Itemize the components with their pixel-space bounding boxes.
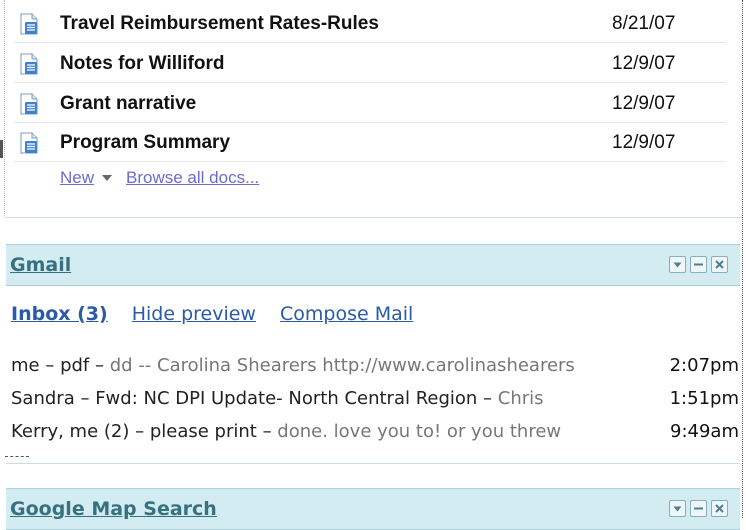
divider	[0, 140, 3, 158]
mail-time: 2:07pm	[669, 355, 739, 376]
new-doc-link[interactable]: New	[60, 168, 94, 187]
mail-row[interactable]: me – pdf – dd -- Carolina Shearers http:…	[11, 351, 739, 381]
divider	[742, 0, 743, 518]
gmail-links: Inbox (3) Hide preview Compose Mail	[11, 303, 437, 325]
close-icon[interactable]	[711, 500, 728, 517]
mail-preview: me – pdf – dd -- Carolina Shearers http:…	[11, 355, 575, 376]
gmail-title[interactable]: Gmail	[10, 254, 71, 276]
divider	[4, 0, 5, 218]
mail-snippet: dd -- Carolina Shearers http://www.carol…	[109, 355, 575, 376]
doc-date: 12/9/07	[612, 93, 676, 114]
hide-preview-link[interactable]: Hide preview	[132, 303, 256, 325]
doc-title[interactable]: Program Summary	[60, 132, 230, 154]
doc-title[interactable]: Travel Reimbursement Rates-Rules	[60, 13, 379, 35]
doc-title[interactable]: Notes for Williford	[60, 53, 225, 75]
mail-row[interactable]: Kerry, me (2) – please print – done. lov…	[11, 417, 739, 447]
document-icon	[20, 93, 38, 115]
mail-subject: Fwd: NC DPI Update- North Central Region	[95, 388, 478, 409]
doc-row[interactable]: Program Summary 12/9/07	[14, 123, 726, 162]
map-search-header: Google Map Search	[6, 488, 740, 530]
doc-date: 12/9/07	[612, 53, 676, 74]
canvas: Travel Reimbursement Rates-Rules 8/21/07…	[0, 0, 746, 530]
dropdown-icon[interactable]	[669, 256, 686, 273]
browse-docs-link[interactable]: Browse all docs...	[126, 168, 259, 187]
close-icon[interactable]	[711, 256, 728, 273]
mail-snippet: done. love you to! or you threw	[277, 421, 562, 442]
map-search-title[interactable]: Google Map Search	[10, 498, 217, 520]
doc-row[interactable]: Grant narrative 12/9/07	[14, 84, 726, 123]
widget-controls	[669, 256, 728, 273]
mail-sender: me	[11, 355, 40, 376]
dropdown-icon[interactable]	[669, 500, 686, 517]
doc-date: 12/9/07	[612, 132, 676, 153]
mail-preview: Sandra – Fwd: NC DPI Update- North Centr…	[11, 388, 544, 409]
doc-row[interactable]: Notes for Williford 12/9/07	[14, 44, 726, 83]
document-icon	[20, 132, 38, 154]
mail-sender: Kerry, me (2)	[11, 421, 130, 442]
doc-date: 8/21/07	[612, 13, 676, 34]
widget-controls	[669, 500, 728, 517]
compose-mail-link[interactable]: Compose Mail	[280, 303, 413, 325]
minimize-icon[interactable]	[690, 500, 707, 517]
docs-links: New Browse all docs...	[60, 168, 259, 188]
minimize-icon[interactable]	[690, 256, 707, 273]
mail-row[interactable]: Sandra – Fwd: NC DPI Update- North Centr…	[11, 384, 739, 414]
gmail-header: Gmail	[6, 244, 740, 286]
doc-row[interactable]: Travel Reimbursement Rates-Rules 8/21/07	[14, 4, 726, 43]
caret-down-icon[interactable]	[102, 174, 113, 181]
mail-subject: pdf	[60, 355, 90, 376]
mail-sender: Sandra	[11, 388, 75, 409]
mail-preview: Kerry, me (2) – please print – done. lov…	[11, 421, 562, 442]
document-icon	[20, 53, 38, 75]
doc-title[interactable]: Grant narrative	[60, 93, 196, 115]
mail-time: 9:49am	[670, 421, 739, 442]
gmail-body: Inbox (3) Hide preview Compose Mail me – p…	[6, 285, 740, 464]
document-icon	[20, 13, 38, 35]
mail-time: 1:51pm	[669, 388, 739, 409]
inbox-link[interactable]: Inbox (3)	[11, 303, 108, 325]
docs-widget: Travel Reimbursement Rates-Rules 8/21/07…	[6, 0, 742, 218]
mail-subject: please print	[149, 421, 257, 442]
mail-snippet: Chris	[497, 388, 544, 409]
